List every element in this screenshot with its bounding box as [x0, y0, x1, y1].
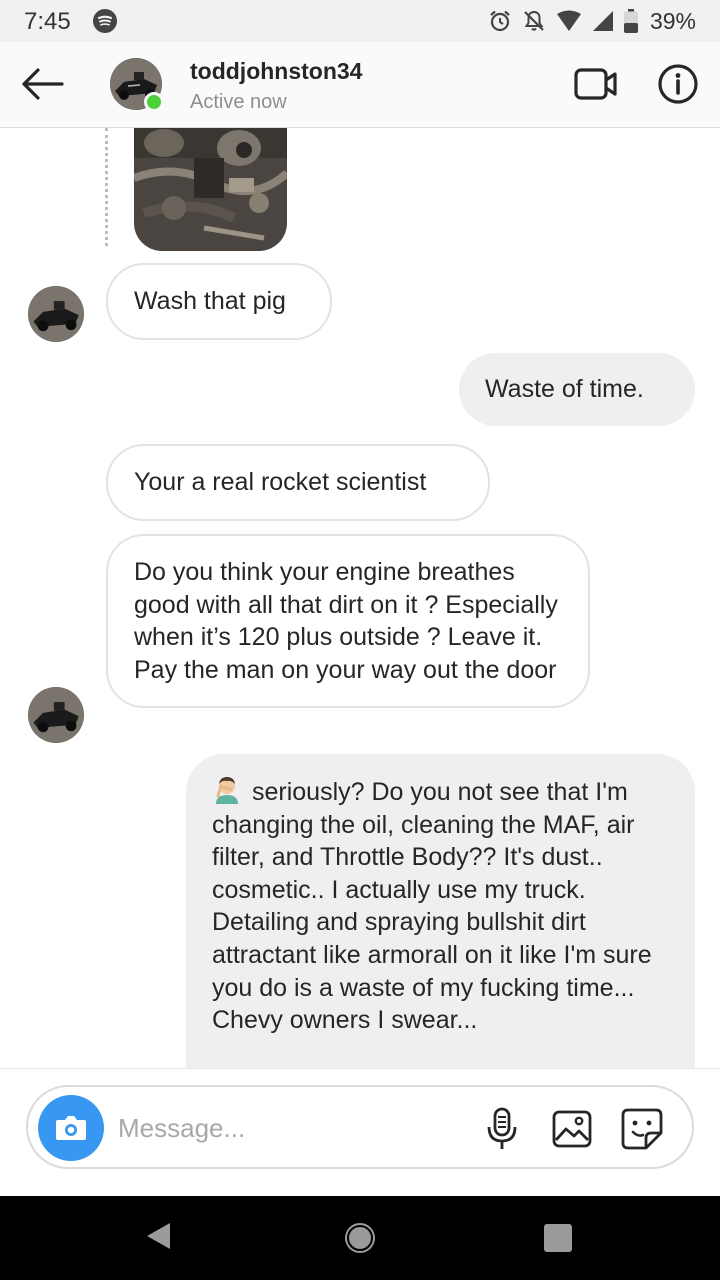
mute-icon [524, 10, 544, 31]
online-indicator [144, 92, 164, 112]
spotify-icon [93, 9, 117, 33]
info-icon [658, 64, 698, 104]
microphone-icon [487, 1107, 517, 1149]
active-status: Active now [190, 91, 287, 113]
shared-photo-engine-bay[interactable] [134, 128, 287, 251]
nav-back-icon[interactable] [144, 1221, 174, 1251]
video-camera-icon [574, 68, 617, 100]
battery-percent: 39% [649, 7, 696, 34]
camera-button[interactable] [38, 1095, 104, 1161]
video-call-button[interactable] [572, 64, 620, 104]
message-thread[interactable]: Wash that pig Waste of time. Your a real… [0, 128, 720, 1068]
message-text: Waste of time. [485, 375, 644, 403]
message-bubble-received[interactable]: Do you think your engine breathes good w… [106, 534, 590, 709]
message-text: Wash that pig [134, 287, 286, 315]
chat-header: toddjohnston34 Active now [0, 42, 720, 128]
status-time: 7:45 [24, 8, 71, 35]
gallery-icon [552, 1110, 592, 1148]
sticker-icon [621, 1108, 663, 1150]
message-text: Your a real rocket scientist [134, 468, 427, 496]
back-button[interactable] [18, 62, 68, 106]
nav-home-icon[interactable] [342, 1220, 378, 1256]
info-button[interactable] [656, 62, 700, 106]
message-text: Do you think your engine breathes good w… [134, 558, 558, 684]
wifi-icon [556, 10, 581, 31]
message-input[interactable] [118, 1109, 458, 1147]
message-text: seriously? Do you not see that I'm chang… [212, 778, 652, 1035]
voice-message-button[interactable] [484, 1107, 520, 1151]
message-bubble-sent[interactable]: Waste of time. [459, 353, 695, 426]
sender-avatar[interactable] [28, 687, 84, 743]
sticker-button[interactable] [620, 1107, 664, 1151]
back-arrow-icon [22, 68, 64, 100]
message-composer [26, 1085, 694, 1169]
battery-icon [623, 9, 638, 33]
alarm-icon [490, 10, 510, 32]
thread-connector [105, 128, 108, 246]
facepalm-emoji-icon [212, 774, 242, 804]
nav-recents-icon[interactable] [544, 1224, 572, 1252]
composer-bar [0, 1068, 720, 1196]
message-bubble-received[interactable]: Wash that pig [106, 263, 332, 340]
camera-icon [56, 1116, 86, 1140]
message-bubble-received[interactable]: Your a real rocket scientist [106, 444, 490, 521]
contact-username[interactable]: toddjohnston34 [190, 58, 362, 85]
gallery-button[interactable] [552, 1109, 592, 1149]
signal-icon [592, 11, 613, 31]
sender-avatar[interactable] [28, 286, 84, 342]
android-nav-bar [0, 1196, 720, 1280]
message-bubble-sent[interactable]: seriously? Do you not see that I'm chang… [186, 754, 695, 1068]
status-bar: 7:45 39% [0, 0, 720, 42]
